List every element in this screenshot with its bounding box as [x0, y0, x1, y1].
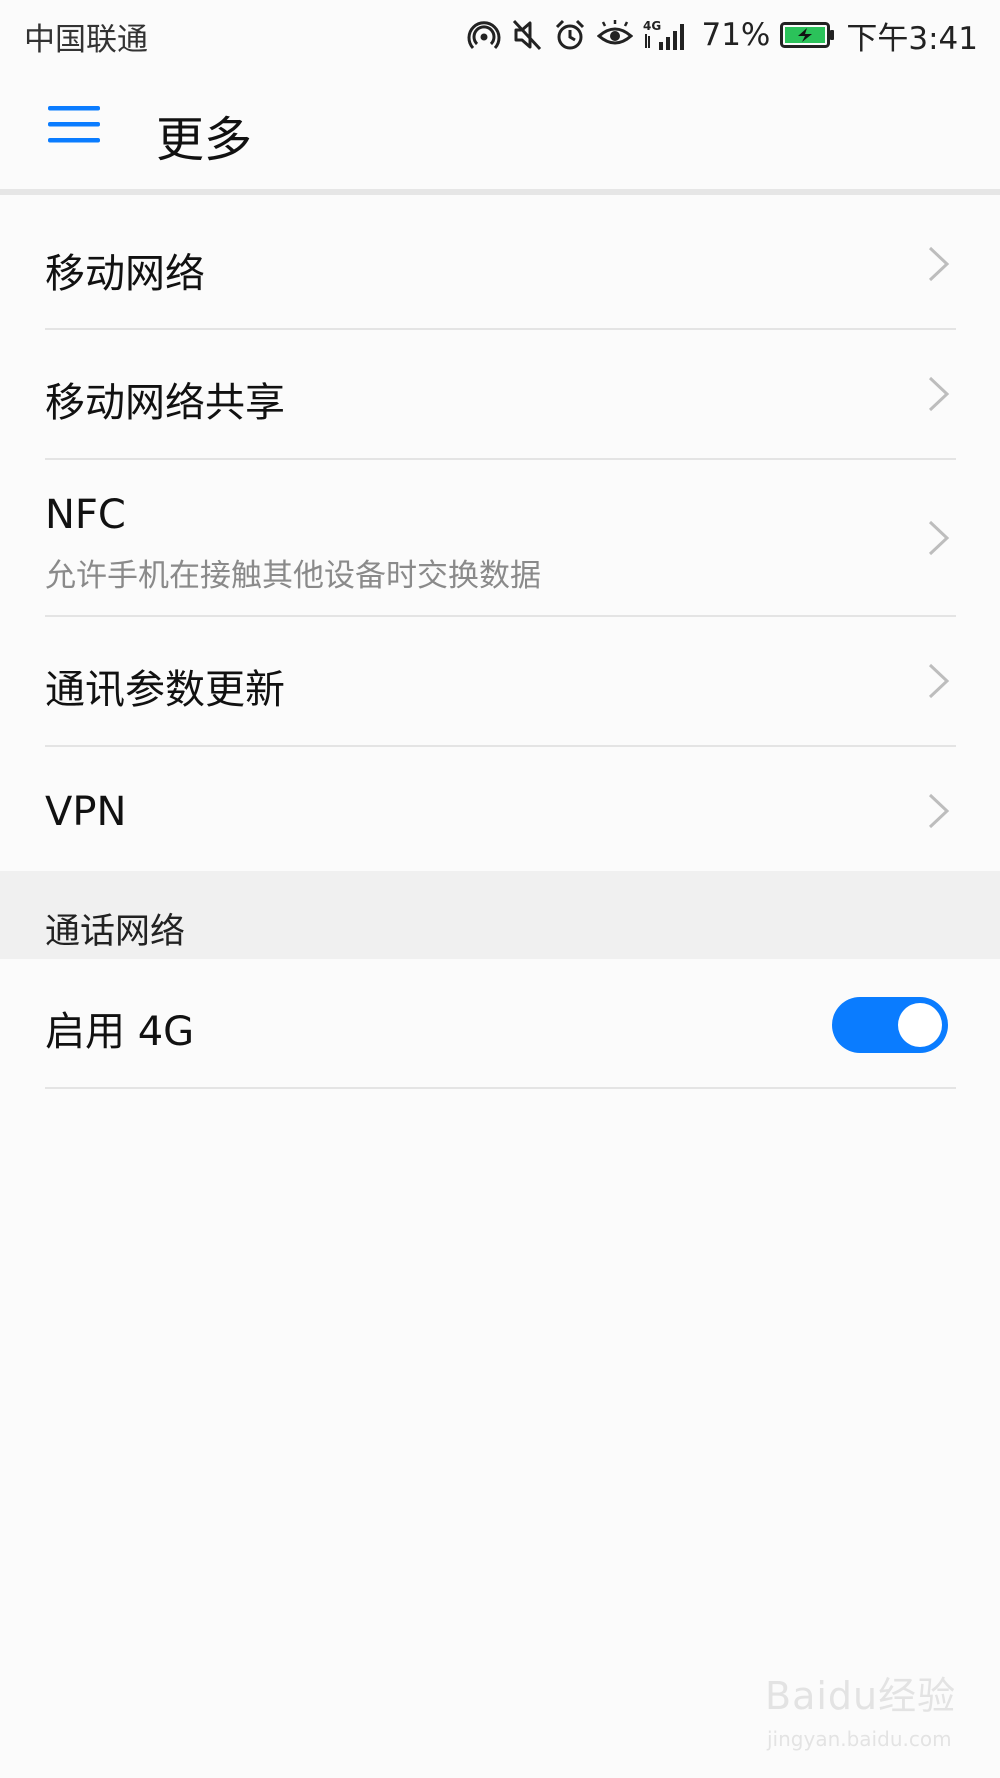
- battery-percent: 71%: [701, 17, 771, 53]
- list-item-carrier-update[interactable]: 通讯参数更新: [0, 617, 1000, 747]
- chevron-right-icon: [928, 793, 950, 829]
- status-icons: 4G 71% 下午3:41: [467, 10, 978, 60]
- item-label: VPN: [45, 789, 127, 835]
- page-title: 更多: [156, 112, 253, 168]
- alarm-icon: [553, 18, 587, 52]
- toggle-knob: [898, 1003, 942, 1047]
- item-subtitle: 允许手机在接触其他设备时交换数据: [45, 558, 541, 594]
- eye-comfort-icon: [597, 20, 634, 50]
- chevron-right-icon: [928, 246, 950, 282]
- signal-icon: 4G: [643, 18, 691, 52]
- watermark-url: jingyan.baidu.com: [767, 1727, 952, 1751]
- list-item-tethering[interactable]: 移动网络共享: [0, 330, 1000, 460]
- item-label: 移动网络共享: [45, 380, 285, 426]
- chevron-right-icon: [928, 520, 950, 556]
- clock-time: 下午3:41: [846, 20, 978, 57]
- enable-4g-toggle[interactable]: [832, 997, 948, 1053]
- hotspot-icon: [467, 18, 501, 52]
- list-item-enable-4g: 启用 4G: [0, 959, 1000, 1089]
- divider: [45, 1087, 956, 1089]
- list-item-nfc[interactable]: NFC 允许手机在接触其他设备时交换数据: [0, 460, 1000, 617]
- menu-button[interactable]: [48, 104, 108, 154]
- carrier-name: 中国联通: [24, 22, 148, 58]
- list-item-mobile-network[interactable]: 移动网络: [0, 195, 1000, 330]
- settings-list: 移动网络 移动网络共享 NFC 允许手机在接触其他设备时交换数据 通讯参数更新 …: [0, 195, 1000, 1089]
- item-label: 移动网络: [45, 251, 205, 297]
- list-item-vpn[interactable]: VPN: [0, 747, 1000, 871]
- battery-charging-icon: [780, 20, 836, 50]
- network-type: 4G: [643, 19, 661, 33]
- menu-icon: [48, 106, 100, 143]
- app-bar: 更多: [0, 70, 1000, 195]
- section-title: 通话网络: [45, 912, 186, 952]
- chevron-right-icon: [928, 376, 950, 412]
- item-label: 启用 4G: [45, 1009, 195, 1055]
- chevron-right-icon: [928, 663, 950, 699]
- watermark-logo: Baidu经验: [765, 1674, 957, 1718]
- status-bar: 中国联通 4G 71% 下午3:41: [0, 0, 1000, 70]
- baidu-watermark: Baidu经验 jingyan.baidu.com: [765, 1665, 975, 1765]
- item-label: 通讯参数更新: [45, 667, 285, 713]
- section-header-call-network: 通话网络: [0, 871, 1000, 959]
- item-label: NFC: [45, 492, 126, 538]
- mute-icon: [511, 18, 543, 52]
